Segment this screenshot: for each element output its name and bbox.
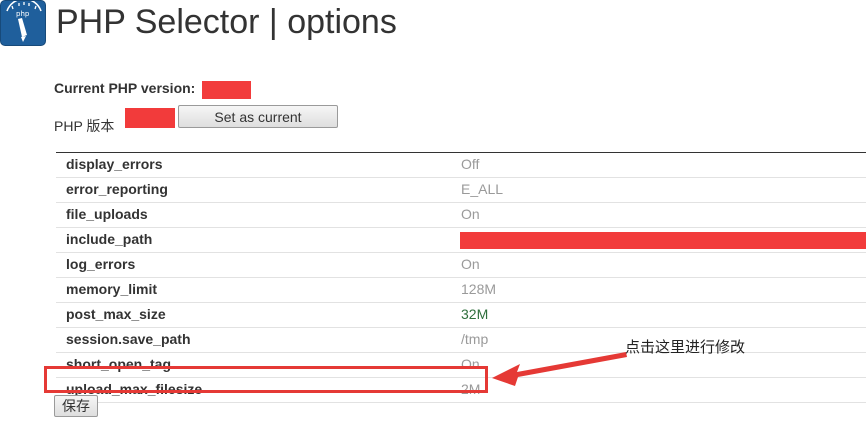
annotation-note: 点击这里进行修改	[625, 339, 746, 356]
annotation-arrow-icon	[492, 352, 627, 386]
php-selector-page: php PHP Selector | options Current PHP v…	[0, 0, 866, 443]
